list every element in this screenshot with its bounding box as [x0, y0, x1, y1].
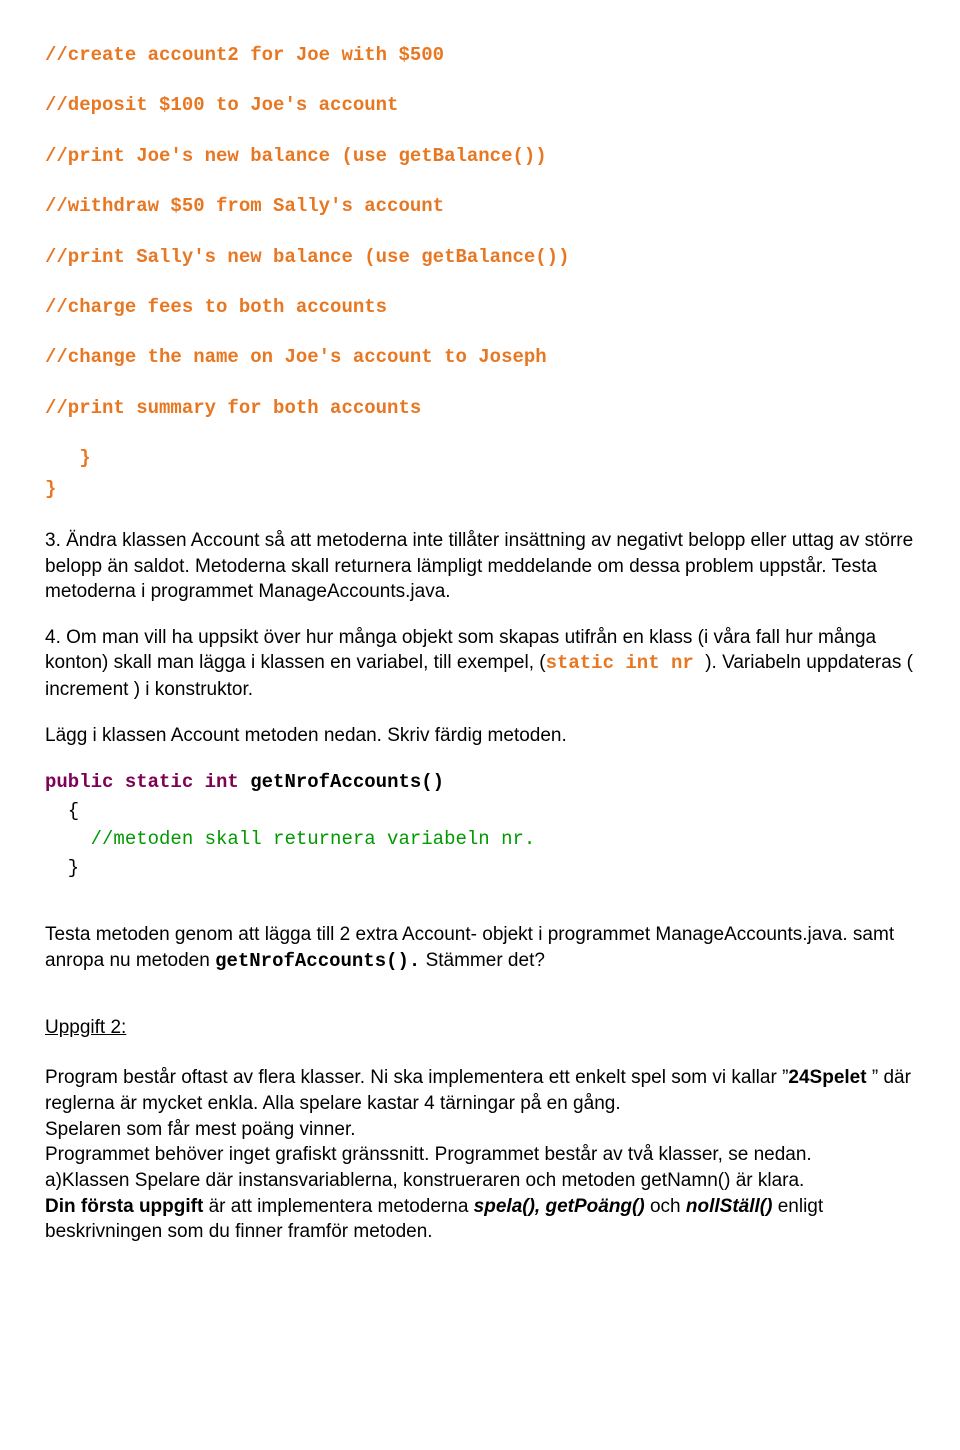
code-comment-withdraw: //withdraw $50 from Sally's account [45, 191, 915, 221]
code-comment-create: //create account2 for Joe with $500 [45, 40, 915, 70]
paragraph-winner: Spelaren som får mest poäng vinner. [45, 1117, 915, 1143]
method-comment: //metoden skall returnera variabeln nr. [45, 825, 915, 854]
method-code-block: public static int getNrofAccounts() { //… [45, 768, 915, 882]
code-comment-change-name: //change the name on Joe's account to Jo… [45, 342, 915, 372]
method-signature: public static int getNrofAccounts() [45, 768, 915, 797]
game-intro-a: Program består oftast av flera klasser. … [45, 1067, 782, 1088]
first-task-d: och [650, 1196, 681, 1217]
paragraph-test-method: Testa metoden genom att lägga till 2 ext… [45, 922, 915, 974]
quote-close: ” [867, 1067, 879, 1088]
paragraph-class-a: a)Klassen Spelare där instansvariablerna… [45, 1168, 915, 1194]
heading-uppgift-2: Uppgift 2: [45, 1015, 915, 1041]
paragraph-game-intro: Program består oftast av flera klasser. … [45, 1065, 915, 1116]
method-brace-close: } [45, 854, 915, 883]
paragraph-task5: Lägg i klassen Account metoden nedan. Sk… [45, 723, 915, 749]
method-brace-open: { [45, 797, 915, 826]
test-code: getNrofAccounts(). [215, 950, 420, 972]
task4-code: static int nr [546, 652, 706, 674]
first-task-e: nollStäll() [681, 1196, 773, 1217]
paragraph-no-gui: Programmet behöver inget grafiskt gränss… [45, 1142, 915, 1168]
test-text-b: Stämmer det? [420, 950, 545, 971]
code-comment-print-joe: //print Joe's new balance (use getBalanc… [45, 141, 915, 171]
code-brace-close-inner: } [45, 443, 915, 473]
first-task-methods: spela(), getPoäng() [474, 1196, 650, 1217]
code-comment-charge: //charge fees to both accounts [45, 292, 915, 322]
method-keywords: public static int [45, 771, 239, 793]
first-task-a: Din första uppgift [45, 1196, 203, 1217]
paragraph-task3: 3. Ändra klassen Account så att metodern… [45, 528, 915, 605]
first-task-b: är att implementera metoderna [203, 1196, 473, 1217]
code-comment-print-sally: //print Sally's new balance (use getBala… [45, 242, 915, 272]
code-comment-print-summary: //print summary for both accounts [45, 393, 915, 423]
paragraph-task4: 4. Om man vill ha uppsikt över hur många… [45, 625, 915, 703]
code-comment-deposit: //deposit $100 to Joe's account [45, 90, 915, 120]
game-name: 24Spelet [788, 1067, 866, 1088]
paragraph-first-task: Din första uppgift är att implementera m… [45, 1194, 915, 1245]
method-name: getNrofAccounts() [239, 771, 444, 793]
code-brace-close-outer: } [45, 474, 915, 504]
